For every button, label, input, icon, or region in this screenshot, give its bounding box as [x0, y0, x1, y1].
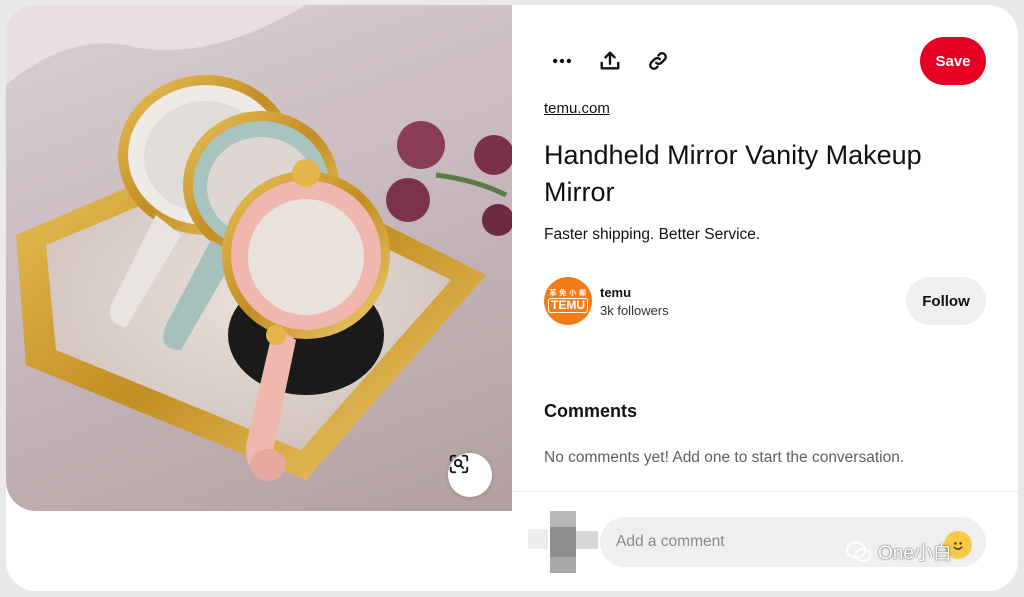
pin-title: Handheld Mirror Vanity Makeup Mirror: [544, 140, 922, 207]
user-avatar: [528, 511, 598, 573]
source-domain-link[interactable]: temu.com: [544, 100, 610, 117]
emoji-button[interactable]: [944, 531, 972, 559]
visual-search-icon: [449, 454, 469, 474]
comment-box: [600, 517, 986, 567]
creator-info: temu 3k followers: [600, 285, 669, 318]
save-button[interactable]: Save: [920, 37, 986, 85]
mirrors-photo: [6, 5, 512, 481]
pin-description: Faster shipping. Better Service.: [544, 226, 761, 243]
pin-closeup-card: Save temu.com Handheld Mirror Vanity Mak…: [6, 5, 1018, 591]
copy-link-button[interactable]: [640, 43, 676, 79]
divider: [512, 491, 1018, 492]
comment-input[interactable]: [616, 533, 916, 551]
avatar-small-text: 革 免 小 邮: [549, 289, 587, 297]
avatar-brand-text: TEMU: [548, 297, 588, 313]
creator-avatar[interactable]: 革 免 小 邮 TEMU: [544, 277, 592, 325]
comments-heading: Comments: [544, 401, 638, 421]
copy-link-icon: [649, 52, 667, 70]
comments-empty-state: No comments yet! Add one to start the co…: [544, 449, 905, 466]
creator-name[interactable]: temu: [600, 285, 669, 300]
creator-section: 革 免 小 邮 TEMU temu 3k followers: [544, 277, 669, 325]
follow-button[interactable]: Follow: [906, 277, 986, 325]
more-options-button[interactable]: [544, 43, 580, 79]
creator-followers: 3k followers: [600, 302, 669, 318]
share-upload-icon: [600, 51, 620, 70]
visual-search-button[interactable]: [448, 453, 492, 497]
emoji-face-icon: [953, 542, 963, 550]
pin-image[interactable]: [6, 5, 512, 511]
more-horizontal-icon: [552, 58, 572, 64]
pin-action-toolbar: [544, 41, 676, 81]
share-button[interactable]: [592, 43, 628, 79]
